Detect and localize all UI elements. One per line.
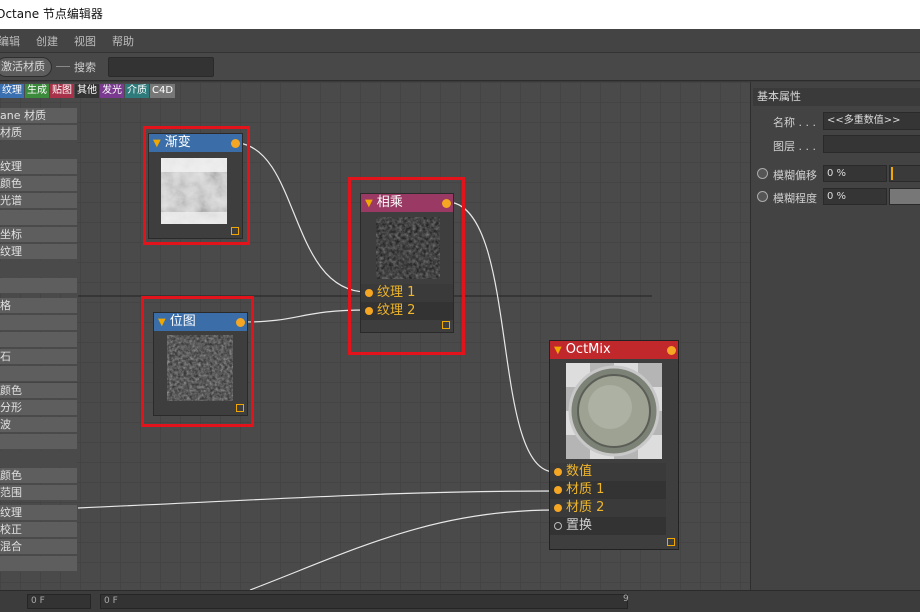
expand-icon[interactable]	[667, 538, 675, 546]
input-port-empty[interactable]	[554, 522, 562, 530]
attribute-panel: 基本属性 名称 . . . <<多重数值>> 图层 . . . 模糊偏移 0 %…	[750, 82, 920, 590]
port-material2-label: 材质 2	[566, 500, 605, 515]
menu-view[interactable]: 视图	[74, 33, 96, 49]
search-input[interactable]	[108, 56, 214, 77]
blur-offset-slider[interactable]	[889, 165, 920, 182]
collapse-triangle-icon[interactable]: ▼	[158, 317, 166, 328]
menu-create[interactable]: 创建	[36, 33, 58, 49]
port-value[interactable]: 数值	[550, 463, 666, 481]
node-multiply[interactable]: ▼ 相乘 纹理 1 纹理 2	[360, 193, 454, 333]
toolbar-divider	[56, 66, 70, 67]
input-port[interactable]	[365, 289, 373, 297]
menu-edit[interactable]: 编辑	[0, 33, 20, 49]
node-octmix[interactable]: ▼ OctMix 数值 材质 1 材质 2 置换	[549, 340, 679, 550]
blur-amount-radio[interactable]	[757, 191, 768, 202]
wire-to-material2	[249, 509, 556, 590]
blur-offset-radio[interactable]	[757, 168, 768, 179]
menu-bar: 编辑 创建 视图 帮助	[0, 29, 920, 53]
expand-icon[interactable]	[442, 321, 450, 329]
timeline-end-digit: 9	[623, 594, 629, 604]
name-field[interactable]: <<多重数值>>	[823, 112, 920, 130]
collapse-triangle-icon[interactable]: ▼	[153, 138, 161, 149]
input-port[interactable]	[554, 504, 562, 512]
input-port[interactable]	[554, 486, 562, 494]
slider-handle[interactable]	[891, 167, 893, 180]
layer-label: 图层 . . .	[773, 140, 816, 153]
node-bitmap-header[interactable]: ▼ 位图	[154, 313, 247, 331]
node-gradient-title: 渐变	[164, 135, 191, 150]
blur-offset-field[interactable]: 0 %	[823, 165, 887, 182]
timeline-scrubber[interactable]: 0 F	[100, 594, 628, 609]
expand-icon[interactable]	[231, 227, 239, 235]
node-multiply-header[interactable]: ▼ 相乘	[361, 194, 453, 212]
node-gradient[interactable]: ▼ 渐变	[148, 133, 243, 239]
port-texture2-label: 纹理 2	[377, 303, 416, 318]
octmix-material-preview	[566, 363, 662, 459]
node-bitmap-title: 位图	[169, 314, 196, 329]
collapse-triangle-icon[interactable]: ▼	[554, 345, 562, 356]
menu-help[interactable]: 帮助	[112, 33, 134, 49]
timeline-bar: 0 F 0 F 9	[0, 590, 920, 612]
node-octmix-title: OctMix	[565, 342, 611, 357]
port-value-label: 数值	[566, 464, 593, 479]
multiply-preview-thumbnail	[376, 217, 440, 279]
port-texture1-label: 纹理 1	[377, 285, 416, 300]
input-port[interactable]	[365, 307, 373, 315]
output-port[interactable]	[231, 139, 240, 148]
port-material2[interactable]: 材质 2	[550, 499, 666, 517]
activate-material-button[interactable]: 激活材质	[0, 56, 52, 77]
port-material1[interactable]: 材质 1	[550, 481, 666, 499]
output-port[interactable]	[236, 318, 245, 327]
port-texture1[interactable]: 纹理 1	[361, 284, 453, 302]
blur-offset-label: 模糊偏移	[773, 169, 817, 182]
wire-multiply-to-value	[449, 201, 556, 473]
output-port[interactable]	[442, 199, 451, 208]
window-title-bar: Octane 节点编辑器	[0, 0, 920, 29]
layer-field[interactable]	[823, 135, 920, 153]
input-port[interactable]	[554, 468, 562, 476]
window-title: Octane 节点编辑器	[0, 7, 103, 21]
blur-amount-slider[interactable]	[889, 188, 920, 205]
blur-amount-label: 模糊程度	[773, 192, 817, 205]
node-canvas[interactable]: 纹理 生成 贴图 其他 发光 介质 C4D ane 材质 材质 纹理 颜色 光谱…	[0, 82, 750, 590]
name-label: 名称 . . .	[773, 116, 816, 129]
port-material1-label: 材质 1	[566, 482, 605, 497]
bitmap-preview-thumbnail	[167, 335, 233, 401]
node-bitmap[interactable]: ▼ 位图	[153, 312, 248, 416]
node-gradient-header[interactable]: ▼ 渐变	[149, 134, 242, 152]
basic-properties-header[interactable]: 基本属性	[753, 88, 920, 106]
toolbar: 激活材质 搜索	[0, 53, 920, 81]
gradient-preview-thumbnail	[161, 158, 227, 224]
search-label: 搜索	[74, 60, 96, 74]
node-multiply-title: 相乘	[376, 195, 403, 210]
port-displacement[interactable]: 置换	[550, 517, 666, 535]
node-octmix-header[interactable]: ▼ OctMix	[550, 341, 678, 359]
port-texture2[interactable]: 纹理 2	[361, 302, 453, 320]
expand-icon[interactable]	[236, 404, 244, 412]
blur-amount-field[interactable]: 0 %	[823, 188, 887, 205]
frame-start-field[interactable]: 0 F	[27, 594, 91, 609]
port-displacement-label: 置换	[566, 518, 593, 533]
wire-to-material1	[77, 490, 556, 509]
collapse-triangle-icon[interactable]: ▼	[365, 198, 373, 209]
output-port[interactable]	[667, 346, 676, 355]
